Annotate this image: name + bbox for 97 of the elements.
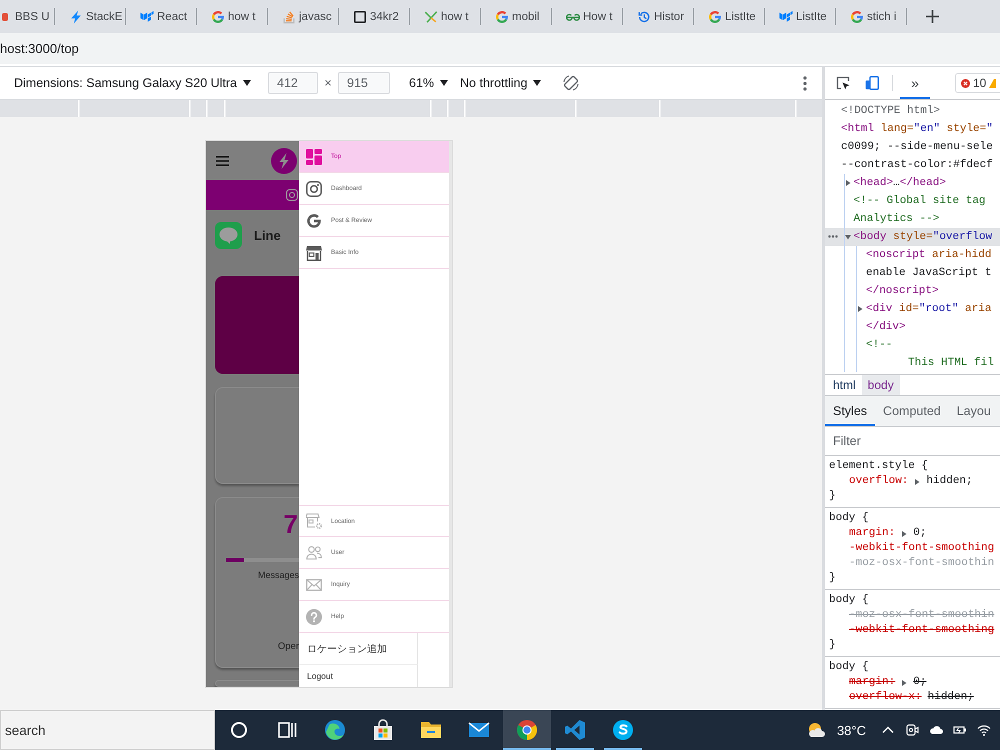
menu-icon[interactable] [216,156,229,166]
disclosure-triangle-icon[interactable] [857,306,863,312]
css-property[interactable]: -webkit-font-smoothing [849,623,994,638]
history-icon [637,10,651,24]
wifi-icon[interactable] [977,723,991,737]
caret-icon [243,80,252,86]
css-selector: element.style { [829,460,928,472]
css-value[interactable]: hidden; [926,474,973,489]
tree-node[interactable]: <div id="root" aria </div> [825,300,1000,336]
disclosure-triangle-icon[interactable] [901,530,908,536]
width-input[interactable]: 412 [268,72,318,94]
inspect-icon[interactable] [836,76,850,90]
lightning-logo-icon [271,148,297,174]
task-view-icon [276,719,298,741]
css-property[interactable]: overflow-x: [849,690,922,705]
styles-tab[interactable]: Styles [825,396,876,426]
multiply-sign: × [323,76,333,90]
closing-brace: } [829,572,836,584]
stat-caption: Oper [278,641,299,653]
storefront-gear-icon [306,513,322,529]
crossed-lines-icon [424,10,438,24]
tree-node[interactable]: <!-- This HTML fil [825,336,1000,372]
camera-icon [306,180,322,196]
css-selector: body { [829,594,869,606]
css-value[interactable]: 0; [913,675,926,690]
disclosure-triangle-icon[interactable] [844,234,850,240]
css-property[interactable]: margin: [849,526,896,541]
closing-brace: } [829,639,836,651]
tricolor-circle-icon [516,719,538,741]
device-dropdown[interactable]: Dimensions: Samsung Galaxy S20 Ultra [14,76,254,90]
height-input[interactable]: 915 [338,72,390,94]
g-logo-icon [708,10,722,24]
g-logo-icon [850,10,864,24]
camera-icon [286,189,298,201]
styles-tab[interactable]: Layou [948,396,999,426]
device-toggle-icon[interactable] [865,76,879,90]
ribbon-logo-icon [564,719,586,741]
breadcrumb[interactable]: body [862,375,900,395]
layered-tray-icon [282,10,296,24]
rotate-icon[interactable] [563,75,580,91]
error-icon [961,78,970,88]
disclosure-triangle-icon[interactable] [844,180,850,186]
stat-label: Messages [258,570,299,581]
more-icon[interactable] [803,76,807,90]
tree-node[interactable]: <html lang="en" style=" c0099; --side-menu-sele --contrast-color:#fdecf [825,120,1000,174]
css-value[interactable]: hidden; [928,690,974,705]
warning-icon [989,78,996,88]
disclosure-triangle-icon[interactable] [914,478,920,484]
zoom-dropdown[interactable]: 61% [409,76,448,90]
tree-node[interactable]: <!DOCTYPE html> [825,102,1000,120]
css-property[interactable]: overflow: [849,474,908,489]
menu-item[interactable]: ロケーション追加 [299,633,418,665]
plus-icon [926,10,938,23]
g-logo-icon [495,10,509,24]
tree-node[interactable]: <body style="overflow [825,228,1000,246]
storefront-icon [306,244,322,260]
s-logo-icon [612,719,634,741]
tree-node[interactable]: <noscript aria-hidd enable JavaScript t </noscript> [825,246,1000,300]
square-icon [353,10,367,24]
css-selector: body { [829,512,869,524]
css-selector: body { [829,661,869,673]
weather-widget[interactable]: 38°C [806,720,866,740]
address-field[interactable]: host:3000/top [0,41,79,56]
lightning-icon [69,10,83,24]
help-icon [306,608,322,624]
panel-tab[interactable]: » [900,67,930,99]
tree-node[interactable]: <head>…</head> [825,174,1000,192]
issues-button[interactable]: 10 [955,73,1000,93]
m-logo-icon [140,10,154,24]
dashboard-icon [306,148,322,164]
closing-brace: } [829,490,836,502]
circle-icon [228,719,250,741]
channel-name: Line [254,228,281,243]
css-property[interactable]: margin: [849,675,896,690]
wave-logo-icon [324,719,346,741]
shopping-bag-icon [372,719,394,741]
envelope-icon [306,576,322,592]
throttling-dropdown[interactable]: No throttling [460,76,542,90]
search-field[interactable]: search [0,710,215,750]
menu-item[interactable]: Logout [299,665,418,687]
chat-bubble-icon [215,222,242,249]
caret-icon [533,80,542,86]
video-device-icon[interactable] [905,723,919,737]
stat-value: 7 [284,510,299,538]
css-property[interactable]: -webkit-font-smoothing [849,541,994,556]
folder-icon [420,719,442,741]
g-logo-icon [306,212,322,228]
disclosure-triangle-icon[interactable] [901,680,908,686]
css-value[interactable]: 0; [913,526,926,541]
cloud-icon[interactable] [929,723,943,737]
m-logo-icon [779,10,793,24]
users-icon [306,544,322,560]
caret-icon [440,80,448,86]
breadcrumb[interactable]: html [827,375,862,395]
more-icon[interactable] [828,235,838,238]
g-logo-icon [211,10,225,24]
styles-tab[interactable]: Computed [875,396,949,426]
